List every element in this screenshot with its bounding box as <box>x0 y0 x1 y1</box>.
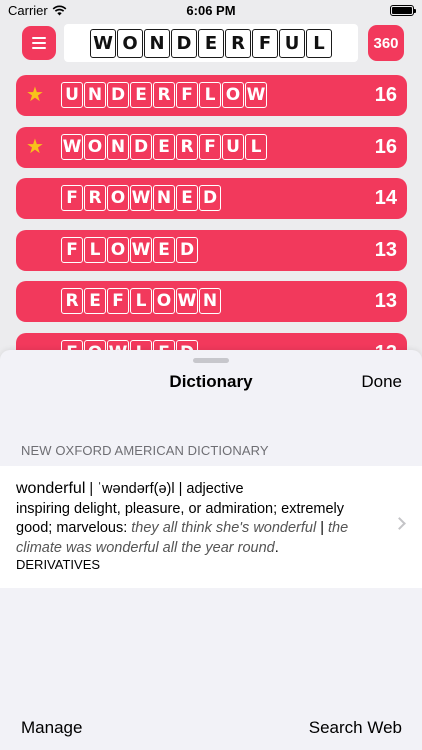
letter-tile: W <box>61 133 83 160</box>
letter-tile: W <box>90 28 116 58</box>
word-row[interactable]: F R O W N E D 14 <box>16 178 407 219</box>
word-tiles: REFLOWN <box>61 288 221 314</box>
letter-tile: D <box>176 236 198 263</box>
letter-tile: F <box>61 236 83 263</box>
word-points: 13 <box>374 238 397 261</box>
letter-tile: R <box>84 185 106 211</box>
letter-tile: U <box>61 82 83 108</box>
definition-period: . <box>274 539 279 556</box>
manage-button[interactable]: Manage <box>21 718 82 738</box>
letter-tile: D <box>171 28 197 58</box>
sheet-grabber[interactable] <box>193 358 229 363</box>
letter-tile: L <box>130 288 152 314</box>
word-tiles: UNDERFLOW <box>61 82 267 108</box>
word-points: 13 <box>374 290 397 312</box>
dictionary-source-heading: NEW OXFORD AMERICAN DICTIONARY <box>21 443 269 458</box>
letter-tile: E <box>176 185 198 211</box>
done-button[interactable]: Done <box>361 372 402 392</box>
letter-tile: R <box>61 288 83 314</box>
status-time: 6:06 PM <box>186 3 236 18</box>
score-button[interactable]: 360 <box>368 25 404 61</box>
word-points: 14 <box>374 187 397 209</box>
letter-tile: R <box>176 133 198 160</box>
letter-tile: E <box>84 288 106 314</box>
pronunciation: | ˈwəndərf(ə)l | <box>85 481 187 497</box>
word-row[interactable]: R E F L O W N 13 <box>16 281 407 322</box>
word-tiles: FROWNED <box>61 185 221 211</box>
letter-tile: R <box>225 28 251 58</box>
star-icon: ★ <box>26 84 44 106</box>
letter-tile: F <box>252 28 278 58</box>
hamburger-icon <box>32 37 46 39</box>
sheet-title: Dictionary <box>169 372 253 391</box>
letter-tile: L <box>84 236 106 263</box>
word-points: 16 <box>374 135 397 158</box>
menu-button[interactable] <box>22 26 56 60</box>
derivatives-label: DERIVATIVES <box>16 557 101 572</box>
letter-tile: R <box>153 82 175 108</box>
word-points: 16 <box>374 84 397 106</box>
letter-tile: U <box>222 133 244 160</box>
letter-tile: N <box>153 185 175 211</box>
dictionary-sheet: Dictionary Done NEW OXFORD AMERICAN DICT… <box>0 350 422 750</box>
search-web-button[interactable]: Search Web <box>309 718 402 738</box>
letter-tile: O <box>117 28 143 58</box>
word-list: ★ U N D E R F L O W 16 ★ W O N D E R F U L 16 F R O W N E D 14 F L O W E D 1… <box>16 75 407 384</box>
letter-tile: W <box>176 288 198 314</box>
example-separator: | <box>316 520 329 536</box>
word-tiles: FLOWED <box>61 236 198 263</box>
letter-tile: F <box>176 82 198 108</box>
letter-tile: L <box>306 28 332 58</box>
letter-tile: W <box>245 82 267 108</box>
battery-icon <box>390 5 416 16</box>
letter-tile: W <box>130 236 152 263</box>
letter-tile: N <box>199 288 221 314</box>
star-icon: ★ <box>26 135 44 158</box>
part-of-speech: adjective <box>186 481 244 497</box>
letter-tile: U <box>279 28 305 58</box>
letter-tile: O <box>153 288 175 314</box>
letter-tile: D <box>199 185 221 211</box>
word-row[interactable]: ★ W O N D E R F U L 16 <box>16 126 407 168</box>
word-tiles: WONDERFUL <box>61 133 267 160</box>
letter-tile: E <box>153 236 175 263</box>
definition-text: wonderful | ˈwəndərf(ə)l | adjective ins… <box>16 479 366 558</box>
headword: wonderful <box>16 480 86 497</box>
word-row[interactable]: F L O W E D 13 <box>16 229 407 271</box>
letter-tile: E <box>130 82 152 108</box>
letter-tile: F <box>61 185 83 211</box>
chevron-right-icon <box>393 517 406 530</box>
letter-tile: N <box>84 82 106 108</box>
status-bar: Carrier 6:06 PM <box>0 0 422 22</box>
title-word-tiles[interactable]: WONDERFUL <box>64 24 358 62</box>
letter-tile: N <box>144 28 170 58</box>
letter-tile: O <box>84 133 106 160</box>
letter-tile: O <box>222 82 244 108</box>
definition-card[interactable]: wonderful | ˈwəndərf(ə)l | adjective ins… <box>0 466 422 588</box>
letter-tile: D <box>107 82 129 108</box>
word-row[interactable]: ★ U N D E R F L O W 16 <box>16 75 407 116</box>
letter-tile: E <box>153 133 175 160</box>
letter-tile: L <box>199 82 221 108</box>
letter-tile: O <box>107 185 129 211</box>
letter-tile: F <box>199 133 221 160</box>
letter-tile: L <box>245 133 267 160</box>
letter-tile: W <box>130 185 152 211</box>
letter-tile: D <box>130 133 152 160</box>
letter-tile: E <box>198 28 224 58</box>
letter-tile: O <box>107 236 129 263</box>
letter-tile: N <box>107 133 129 160</box>
example-1: they all think she's wonderful <box>131 520 317 536</box>
letter-tile: F <box>107 288 129 314</box>
